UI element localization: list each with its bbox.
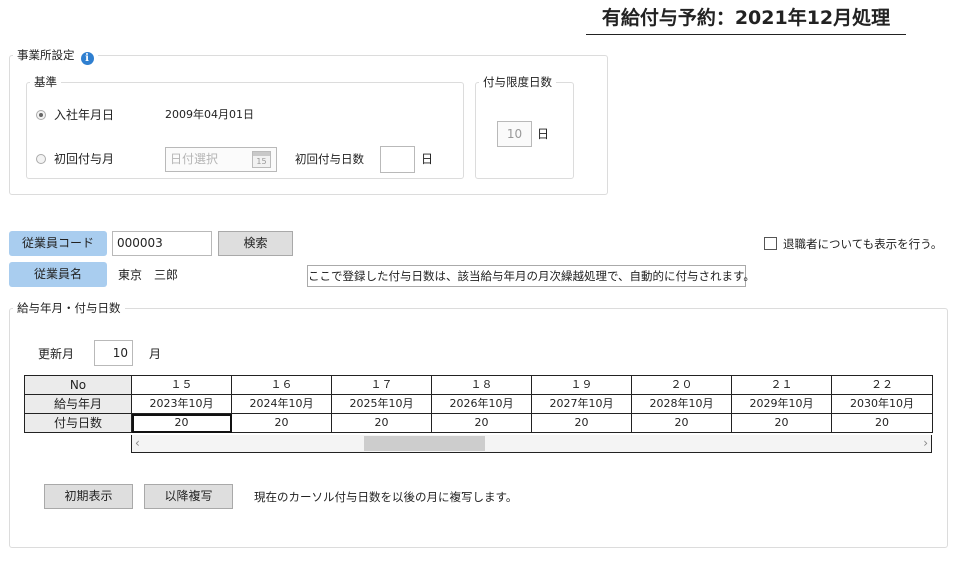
info-icon[interactable]: i (80, 52, 94, 65)
table-cell-month: 2028年10月 (631, 394, 732, 414)
table-cell-no: １５ (131, 375, 232, 395)
first-grant-days-label: 初回付与日数 (295, 152, 364, 166)
table-cell-month: 2023年10月 (131, 394, 232, 414)
table-row-month: 給与年月 2023年10月 2024年10月 2025年10月 2026年10月… (24, 394, 933, 414)
update-month-label: 更新月 (38, 347, 75, 361)
update-month-unit: 月 (149, 347, 162, 361)
table-cell-days[interactable]: 20 (731, 413, 832, 433)
scroll-right-arrow[interactable]: › (916, 435, 928, 451)
table-cell-no: ２０ (631, 375, 732, 395)
grant-limit-legend: 付与限度日数 (479, 75, 556, 89)
table-cell-no: １７ (331, 375, 432, 395)
grant-table: No １５ １６ １７ １８ １９ ２０ ２１ ２２ 給与年月 2023年10月… (24, 375, 933, 433)
update-month-input[interactable]: 10 (94, 340, 133, 366)
table-cell-days-selected[interactable]: 20 (131, 413, 232, 433)
date-picker-placeholder: 日付選択 (170, 152, 219, 166)
table-cell-no: １８ (431, 375, 532, 395)
table-cell-no: １６ (231, 375, 332, 395)
table-cell-month: 2024年10月 (231, 394, 332, 414)
table-cell-month: 2026年10月 (431, 394, 532, 414)
table-scrollbar[interactable]: ‹ › (131, 435, 932, 453)
table-cell-month: 2030年10月 (831, 394, 933, 414)
row-header-days: 付与日数 (24, 413, 132, 433)
radio-first-grant-month-label: 初回付与月 (54, 152, 115, 166)
table-cell-month: 2025年10月 (331, 394, 432, 414)
copy-forward-note: 現在のカーソル付与日数を以後の月に複写します。 (254, 490, 518, 504)
office-settings-legend: 事業所設定 i (13, 48, 98, 65)
table-cell-days[interactable]: 20 (231, 413, 332, 433)
calendar-icon[interactable]: 15 (252, 151, 271, 168)
table-cell-month: 2029年10月 (731, 394, 832, 414)
table-cell-days[interactable]: 20 (531, 413, 632, 433)
table-cell-no: １９ (531, 375, 632, 395)
table-cell-month: 2027年10月 (531, 394, 632, 414)
row-header-month: 給与年月 (24, 394, 132, 414)
retired-checkbox-label: 退職者についても表示を行う。 (783, 237, 943, 251)
grant-panel-legend: 給与年月・付与日数 (13, 301, 125, 315)
first-grant-days-input[interactable] (380, 146, 415, 173)
table-cell-days[interactable]: 20 (431, 413, 532, 433)
basis-legend: 基準 (30, 75, 61, 89)
retired-checkbox[interactable] (764, 237, 777, 250)
radio-hire-date-label: 入社年月日 (54, 108, 115, 122)
scroll-thumb[interactable] (364, 436, 485, 451)
calendar-day: 15 (256, 157, 267, 166)
reset-display-button[interactable]: 初期表示 (44, 484, 133, 509)
row-header-no: No (24, 375, 132, 395)
employee-code-input[interactable]: 000003 (112, 231, 212, 256)
employee-code-label: 従業員コード (9, 231, 107, 256)
table-cell-no: ２２ (831, 375, 933, 395)
employee-name-label: 従業員名 (9, 262, 107, 287)
first-grant-days-unit: 日 (421, 152, 434, 166)
table-cell-no: ２１ (731, 375, 832, 395)
table-row-no: No １５ １６ １７ １８ １９ ２０ ２１ ２２ (24, 375, 933, 395)
table-cell-days[interactable]: 20 (331, 413, 432, 433)
table-row-days: 付与日数 20 20 20 20 20 20 20 20 (24, 413, 933, 433)
employee-name-value: 東京 三郎 (118, 268, 179, 282)
radio-first-grant-month[interactable] (36, 154, 46, 164)
grant-limit-input[interactable]: 10 (497, 121, 532, 147)
hire-date-value: 2009年04月01日 (165, 108, 254, 121)
search-button[interactable]: 検索 (218, 231, 293, 256)
grant-limit-unit: 日 (537, 127, 550, 141)
table-cell-days[interactable]: 20 (831, 413, 933, 433)
table-cell-days[interactable]: 20 (631, 413, 732, 433)
radio-hire-date[interactable] (36, 110, 46, 120)
copy-forward-button[interactable]: 以降複写 (144, 484, 233, 509)
page-title: 有給付与予約：2021年12月処理 (586, 4, 906, 35)
note-box: ここで登録した付与日数は、該当給与年月の月次繰越処理で、自動的に付与されます。 (307, 265, 755, 287)
office-settings-title: 事業所設定 (17, 48, 75, 62)
scroll-left-arrow[interactable]: ‹ (135, 435, 147, 451)
